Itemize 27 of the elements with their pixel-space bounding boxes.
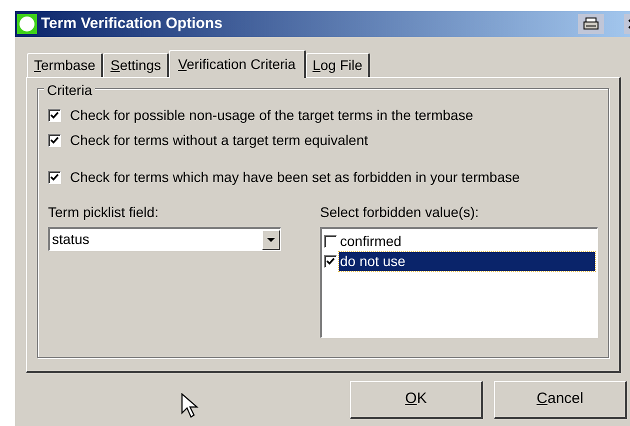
picklist-dropdown[interactable]: status (48, 227, 281, 251)
field-label: Term picklist field: (48, 203, 160, 222)
tab[interactable]: Settings (103, 53, 170, 77)
printer-icon (583, 17, 599, 31)
tab[interactable]: Log File (306, 53, 370, 77)
list-item[interactable]: do not use (339, 252, 595, 270)
tab[interactable]: Verification Criteria (169, 50, 306, 78)
field-label: Select forbidden value(s): (320, 203, 480, 222)
window-title: Term Verification Options (41, 14, 222, 34)
dropdown-value: status (51, 230, 90, 249)
print-button[interactable] (578, 14, 604, 34)
checkbox[interactable] (48, 109, 61, 122)
checkbox[interactable] (48, 134, 61, 147)
checkbox[interactable] (48, 170, 61, 184)
caret-icon (267, 238, 275, 242)
tab[interactable]: Termbase (27, 53, 104, 77)
mouse-pointer-icon (181, 393, 199, 419)
app-icon (17, 14, 37, 34)
forbidden-values-list[interactable]: confirmed do not use (320, 227, 598, 338)
dialog-button[interactable]: Cancel (494, 381, 627, 419)
checkbox[interactable] (324, 254, 337, 268)
checkbox-label: Check for terms without a target term equivalent (70, 131, 368, 150)
list-item[interactable]: confirmed (339, 232, 595, 250)
dropdown-arrow-button[interactable] (262, 230, 280, 250)
dialog-button[interactable]: OK (350, 381, 483, 419)
checkbox-label: Check for possible non-usage of the target terms in the termbase (70, 106, 474, 125)
checkbox-label: Check for terms which may have been set as forbidden in your termbase (70, 168, 520, 187)
